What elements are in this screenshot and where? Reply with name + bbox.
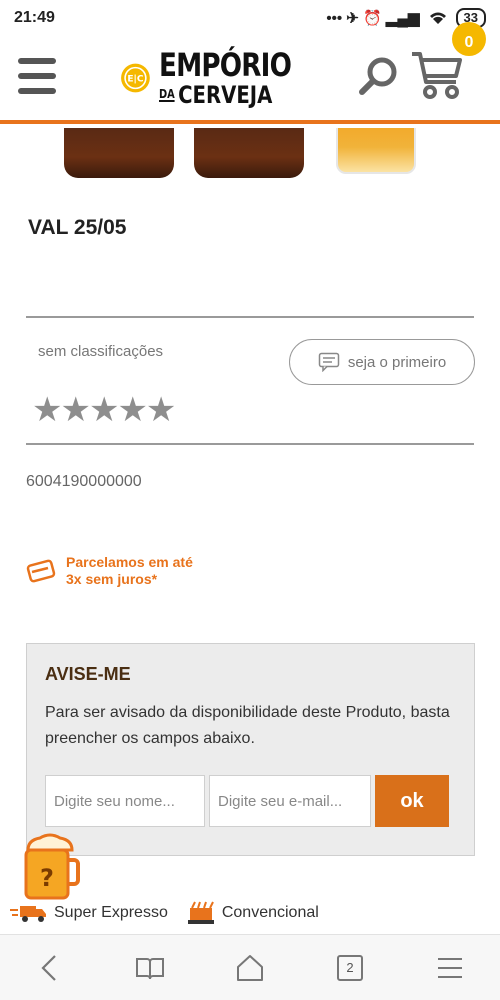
beer-bottle-image xyxy=(64,128,174,178)
email-input[interactable] xyxy=(209,775,371,827)
emporio-da-cerveja-logo[interactable]: E|C EMPÓRIO DA CERVEJA xyxy=(120,42,320,114)
logo-wordmark-line2: CERVEJA xyxy=(177,81,273,109)
chevron-left-icon xyxy=(41,954,56,981)
credit-card-icon xyxy=(26,559,56,583)
write-review-button[interactable]: seja o primeiro xyxy=(289,339,475,385)
browser-menu-button[interactable] xyxy=(426,944,474,992)
svg-text:?: ? xyxy=(40,864,54,892)
divider xyxy=(26,316,474,318)
book-icon xyxy=(136,957,164,979)
tabs-button[interactable]: 2 xyxy=(326,944,374,992)
browser-bottom-nav: 2 xyxy=(0,934,500,1000)
notify-description: Para ser avisado da disponibilidade dest… xyxy=(45,704,450,747)
logo-wordmark-line1: EMPÓRIO xyxy=(158,46,292,84)
star-rating[interactable]: ★★★★★ xyxy=(32,390,176,430)
logo-badge-icon: E|C xyxy=(121,63,150,93)
shopping-cart-icon[interactable] xyxy=(410,48,464,100)
notify-submit-button[interactable]: ok xyxy=(375,775,449,827)
write-review-label: seja o primeiro xyxy=(347,353,447,371)
home-button[interactable] xyxy=(226,944,274,992)
divider xyxy=(26,443,474,445)
shipping-option-express[interactable]: Super Expresso xyxy=(10,902,168,924)
delivery-box-icon xyxy=(187,901,214,924)
status-indicator-icons: ••• ✈ ⏰ ▂▄▆ xyxy=(326,10,420,27)
installments-line2: 3x sem juros* xyxy=(66,571,158,587)
fast-truck-icon xyxy=(10,906,46,922)
shipping-option-conventional[interactable]: Convencional xyxy=(186,900,319,926)
installments-line1: Parcelamos em até xyxy=(66,554,193,570)
product-image[interactable] xyxy=(0,128,500,182)
shipping-express-label: Super Expresso xyxy=(54,904,168,921)
notify-me-form: AVISE-ME Para ser avisado da disponibili… xyxy=(26,643,475,856)
logo-wordmark-da: DA xyxy=(158,87,175,102)
product-title: VAL 25/05 xyxy=(28,216,127,239)
tab-count: 2 xyxy=(337,954,363,981)
search-icon[interactable] xyxy=(356,54,402,100)
name-input[interactable] xyxy=(45,775,205,827)
hamburger-menu-icon[interactable] xyxy=(18,58,56,94)
product-sku: 6004190000000 xyxy=(26,473,142,490)
beer-bottle-image xyxy=(194,128,304,178)
installments-info: Parcelamos em até 3x sem juros* xyxy=(26,554,193,588)
wifi-icon xyxy=(429,12,446,24)
bookmarks-button[interactable] xyxy=(126,944,174,992)
rating-label: sem classificações xyxy=(38,343,164,360)
beer-glass-image xyxy=(336,128,416,174)
notify-title: AVISE-ME xyxy=(45,664,131,684)
cart-count-badge[interactable]: 0 xyxy=(452,22,486,56)
shipping-options: Super Expresso Convencional xyxy=(10,900,319,926)
logo-badge-text: E|C xyxy=(127,75,143,85)
shipping-conventional-label: Convencional xyxy=(221,904,319,921)
status-time: 21:49 xyxy=(14,9,55,26)
home-icon xyxy=(237,954,263,981)
site-header: E|C EMPÓRIO DA CERVEJA 0 xyxy=(0,22,500,124)
beer-mug-help-icon[interactable]: ? xyxy=(22,832,80,902)
status-bar: 21:49 ••• ✈ ⏰ ▂▄▆ 33 xyxy=(0,0,500,36)
menu-lines-icon xyxy=(438,957,462,978)
back-button[interactable] xyxy=(26,944,74,992)
chat-bubble-icon xyxy=(318,352,340,372)
